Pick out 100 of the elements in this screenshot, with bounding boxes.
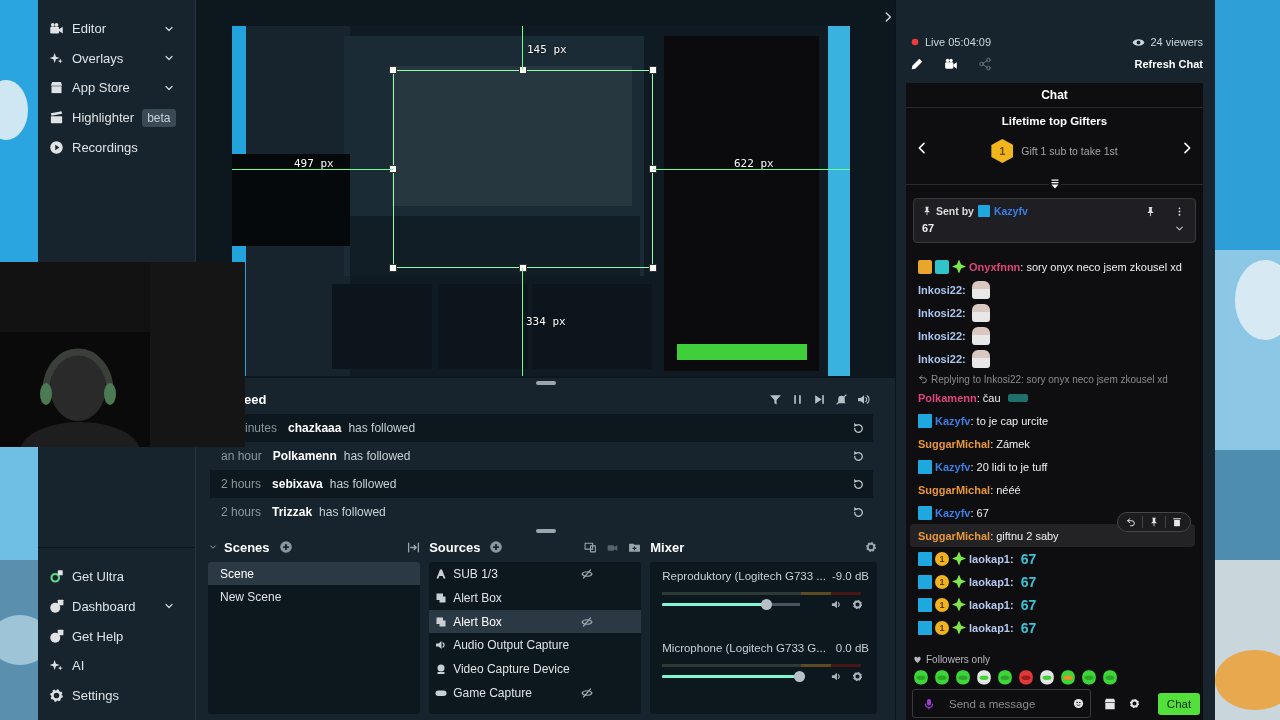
mute-alerts-icon[interactable]: [835, 392, 848, 406]
source-item[interactable]: Game Capture: [429, 681, 642, 705]
add-icon[interactable]: [278, 540, 293, 554]
nav-item[interactable]: Editor: [38, 14, 195, 44]
hidden-icon[interactable]: [581, 615, 594, 628]
volume-icon[interactable]: [857, 392, 870, 406]
event-username: Trizzak: [272, 505, 313, 520]
gift-prompt: Gift 1 sub to take 1st: [1021, 145, 1118, 157]
panel-title: Mixer: [650, 539, 685, 555]
source-item[interactable]: Alert Box: [429, 609, 642, 634]
microphone-icon[interactable]: [923, 697, 935, 710]
reply-icon[interactable]: [1126, 517, 1136, 527]
drag-handle[interactable]: [535, 381, 556, 386]
event-time: 2 hours: [221, 477, 262, 492]
message-field[interactable]: Send a message: [912, 689, 1091, 718]
hidden-icon[interactable]: [581, 567, 594, 580]
emote-icon[interactable]: [954, 668, 972, 686]
transition-icon[interactable]: [407, 540, 421, 554]
replay-icon[interactable]: [852, 449, 865, 463]
drag-handle[interactable]: [535, 529, 556, 534]
filter-icon[interactable]: [769, 392, 782, 406]
speaker-icon[interactable]: [831, 671, 843, 682]
emote-icon[interactable]: [975, 668, 993, 686]
settings-icon[interactable]: [865, 541, 877, 553]
source-item[interactable]: SUB 1/3: [429, 562, 642, 586]
replay-icon[interactable]: [852, 505, 865, 519]
speaker-icon[interactable]: [831, 599, 843, 610]
settings-icon[interactable]: [852, 599, 864, 610]
emote-icon[interactable]: [1101, 668, 1119, 686]
message-text: 67: [1020, 573, 1037, 590]
moderator-badge-icon: [977, 205, 990, 217]
message-text: : to je cap urcite: [970, 414, 1049, 427]
nav-item[interactable]: Overlays: [38, 43, 195, 74]
reply-icon: [918, 374, 928, 384]
chat-username: laokap1:: [969, 621, 1014, 634]
unpin-icon[interactable]: [1145, 205, 1156, 217]
scene-item[interactable]: Scene: [208, 562, 421, 585]
refresh-chat-link[interactable]: Refresh Chat: [1134, 58, 1203, 70]
emote-icon[interactable]: [996, 668, 1014, 686]
nav-item[interactable]: Get Help: [38, 621, 195, 651]
settings-icon[interactable]: [852, 671, 864, 682]
store-icon[interactable]: [1103, 696, 1117, 711]
nav-item[interactable]: AI: [38, 650, 195, 681]
hidden-icon[interactable]: [581, 686, 594, 699]
emoji-icon[interactable]: [1073, 698, 1084, 709]
emote-icon[interactable]: [933, 668, 951, 686]
emote-icon[interactable]: [1038, 668, 1056, 686]
subscriber-badge: 1: [935, 597, 949, 612]
screens-icon[interactable]: [584, 540, 598, 554]
chat-button[interactable]: Chat: [1158, 692, 1200, 715]
nav-item[interactable]: Settings: [38, 680, 195, 710]
pinned-label: Sent by: [936, 205, 974, 217]
settings-icon: [49, 687, 64, 703]
message-text: : 67: [970, 506, 989, 519]
share-icon[interactable]: [978, 57, 992, 71]
subscriber-badge: 1: [935, 551, 949, 566]
pinned-text: 67: [922, 222, 935, 234]
emote-icon[interactable]: [1080, 668, 1098, 686]
message-text: : Zámek: [990, 437, 1030, 450]
nav-item[interactable]: App Store: [38, 73, 195, 103]
nav-item[interactable]: Recordings: [38, 132, 195, 162]
squares-icon: [435, 591, 448, 604]
chevron-icon[interactable]: [208, 542, 218, 552]
viewer-count: 24 viewers: [1150, 36, 1203, 48]
chat-username: Inkosi22:: [918, 329, 966, 342]
volume-reading: -9.0 dB: [831, 570, 869, 582]
moderator-badge-icon: [918, 620, 932, 635]
nav-item[interactable]: Dashboard: [38, 591, 195, 622]
emote-icon: [971, 326, 990, 345]
emote-icon[interactable]: [912, 668, 930, 686]
channel-name: Reproduktory (Logitech G733 ...: [662, 570, 826, 582]
pencil-icon[interactable]: [910, 57, 924, 71]
replay-icon[interactable]: [852, 477, 865, 491]
delete-icon[interactable]: [1172, 517, 1182, 527]
replay-icon[interactable]: [852, 421, 865, 435]
moderator-badge-icon: [918, 413, 932, 428]
nav-item[interactable]: Highlighter beta: [38, 102, 195, 133]
message-text: : nééé: [990, 483, 1021, 496]
source-item[interactable]: Audio Output Capture: [429, 633, 642, 658]
message-input[interactable]: Send a message: [935, 697, 1073, 710]
event-text: has followed: [348, 421, 416, 436]
add-icon[interactable]: [489, 540, 504, 554]
video-camera-icon[interactable]: [944, 57, 958, 71]
channel-name: Microphone (Logitech G733 G...: [662, 642, 826, 654]
nav-item[interactable]: Get Ultra: [38, 562, 195, 592]
skip-icon[interactable]: [813, 392, 826, 406]
chat-username: laokap1:: [969, 575, 1014, 588]
event-text: has followed: [319, 505, 386, 520]
dashboard-icon: [49, 598, 64, 614]
source-item[interactable]: Video Capture Device: [429, 657, 642, 681]
play-icon: [49, 139, 64, 155]
scene-item[interactable]: New Scene: [208, 585, 421, 608]
emote-icon: [971, 349, 990, 368]
ultra-icon: [49, 569, 64, 585]
chat-username: Inkosi22:: [918, 306, 966, 319]
pause-icon[interactable]: [791, 392, 804, 406]
store-icon: [49, 80, 64, 96]
emote-icon[interactable]: [1059, 668, 1077, 686]
squares-icon: [435, 615, 448, 628]
source-item[interactable]: Alert Box: [429, 585, 642, 610]
